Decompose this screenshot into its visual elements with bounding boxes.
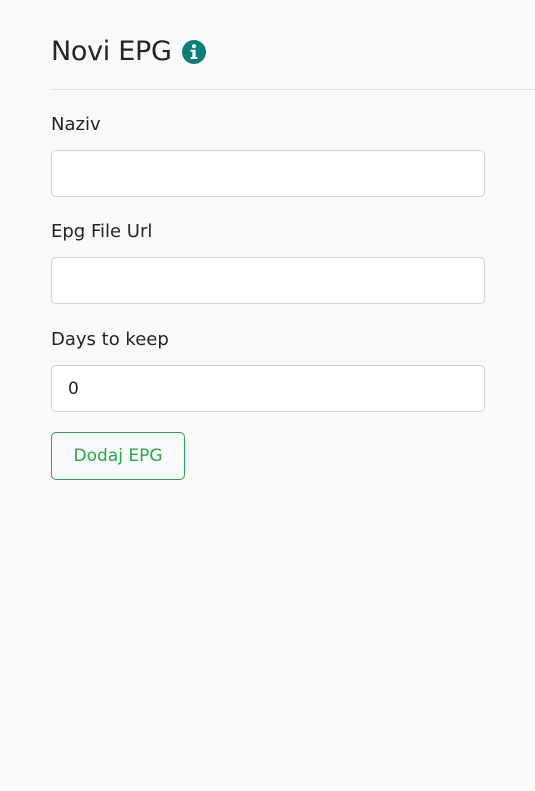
epg-file-url-input[interactable] (51, 257, 485, 304)
add-epg-button[interactable]: Dodaj EPG (51, 432, 185, 480)
header-divider (51, 89, 535, 90)
naziv-label: Naziv (51, 114, 101, 135)
naziv-input[interactable] (51, 150, 485, 197)
page-title: Novi EPG (51, 35, 172, 67)
days-to-keep-label: Days to keep (51, 329, 169, 350)
page-header: Novi EPG (51, 30, 206, 72)
epg-file-url-label: Epg File Url (51, 221, 153, 242)
page: Novi EPG Naziv Epg File Url Days to keep… (0, 0, 535, 791)
days-to-keep-input[interactable] (51, 365, 485, 412)
info-circle-icon[interactable] (181, 40, 206, 64)
